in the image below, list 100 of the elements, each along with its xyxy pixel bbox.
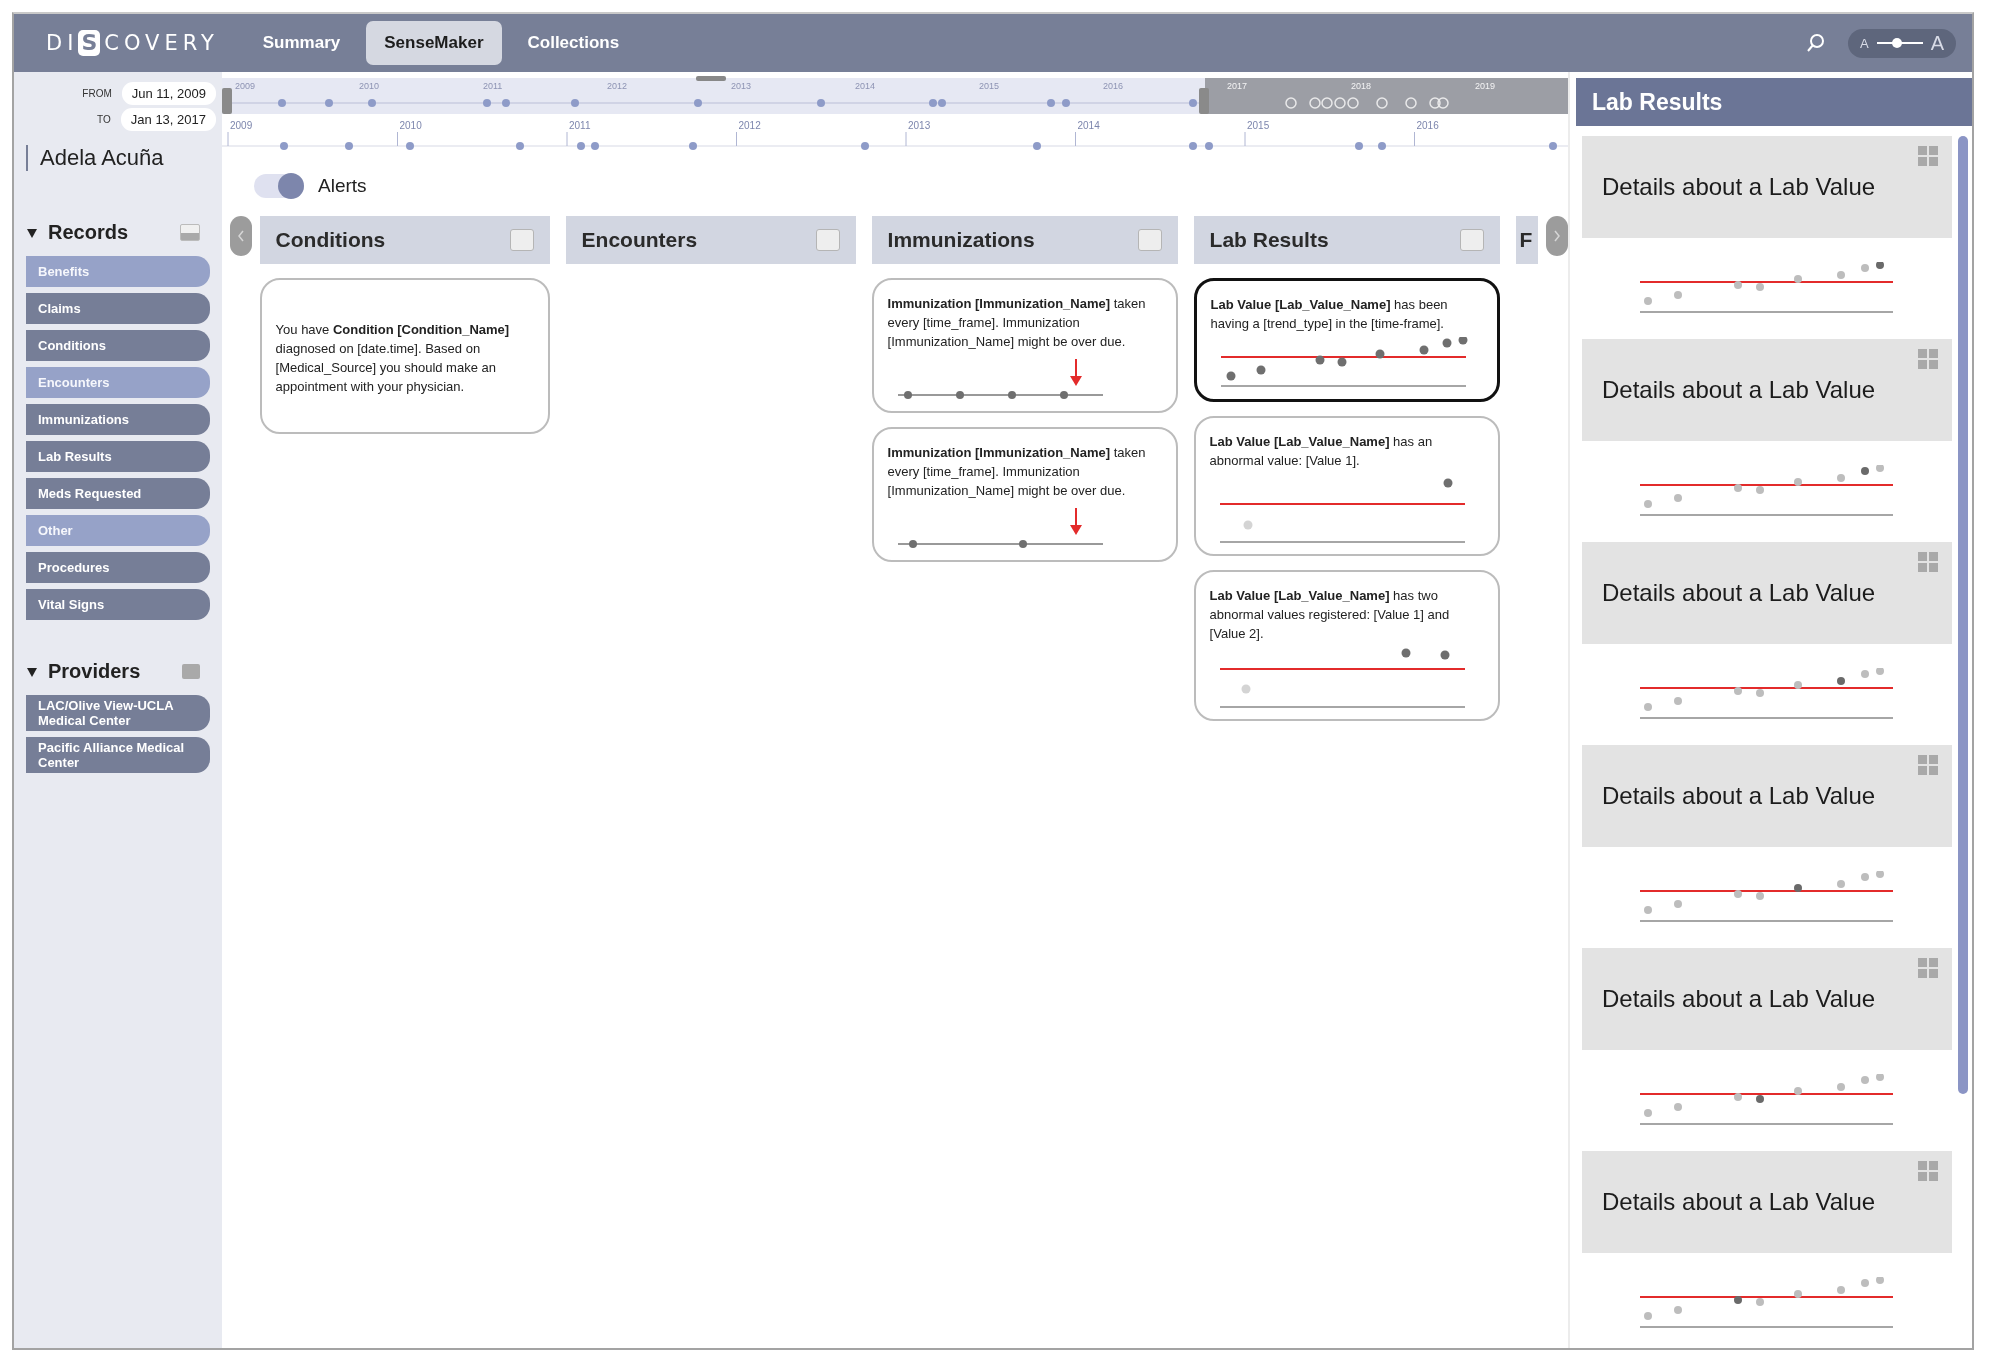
event-dot [483,99,491,107]
scroll-left-button[interactable] [230,216,252,256]
alert-card[interactable]: Lab Value [Lab_Value_Name] has two abnormal values registered: [Value 1] and [Value 2]. [1193,570,1500,721]
range-handle[interactable] [222,88,232,114]
column-checkbox[interactable] [1137,229,1162,251]
chart-point [1443,478,1453,488]
chart-point [1876,465,1884,472]
nav-tab[interactable]: Summary [244,21,359,65]
year-label: 2013 [908,120,931,131]
to-date-field[interactable]: Jan 13, 2017 [120,108,216,131]
year-label: 2016 [1103,81,1124,91]
chart-point [1861,264,1869,272]
chart-point [1243,520,1253,530]
chart-point [1756,486,1764,494]
detail-card[interactable]: Details about a Lab Value [1582,339,1952,441]
sidebar-item[interactable]: Pacific Alliance Medical Center [26,737,210,773]
chart-point [1876,262,1884,269]
year-label: 2011 [483,81,503,91]
detail-card[interactable]: Details about a Lab Value [1582,542,1952,644]
scrollbar[interactable] [1958,136,1968,1094]
year-label: 2010 [359,81,380,91]
alert-card[interactable]: You have Condition [Condition_Name] diagnosed on [date.time]. Based on [Medical_Source] you should make an appointment with your physician. [259,278,550,434]
sidebar-item[interactable]: Procedures [26,552,210,583]
alert-text: Immunization [Immunization_Name] taken every [time_frame]. Immunization [Immunization_Name] might be over due. [887,444,1147,500]
range-handle[interactable] [1199,88,1209,114]
event-dot [502,99,510,107]
from-date-field[interactable]: Jun 11, 2009 [121,82,216,105]
chart-point [1861,1279,1869,1287]
grid-icon[interactable] [1918,958,1938,978]
sidebar-item[interactable]: Meds Requested [26,478,210,509]
chart-point [1644,703,1652,711]
font-size-slider[interactable]: A A [1848,28,1956,58]
chart-point [1644,500,1652,508]
column-checkbox[interactable] [815,229,840,251]
alert-card[interactable]: Immunization [Immunization_Name] taken every [time_frame]. Immunization [Immunization_Name] might be over due. [871,427,1178,562]
grid-icon[interactable] [1918,146,1938,166]
detail-title: Details about a Lab Value [1602,1188,1876,1216]
grid-icon[interactable] [1918,755,1938,775]
select-all-icon[interactable] [180,224,200,241]
alert-card[interactable]: Immunization [Immunization_Name] taken every [time_frame]. Immunization [Immunization_Name] might be over due. [871,278,1178,413]
sidebar-item[interactable]: Conditions [26,330,210,361]
chart-point [1734,890,1742,898]
event-dot [689,142,697,150]
grid-icon[interactable] [1918,552,1938,572]
slider-thumb[interactable] [1892,38,1903,48]
dose-point [955,391,964,399]
event-dot [1033,142,1041,150]
event-dot [278,99,286,107]
scroll-right-button[interactable] [1546,216,1568,256]
chart-point [1756,1298,1764,1306]
detail-card[interactable]: Details about a Lab Value [1582,136,1952,238]
chart-point [1674,697,1682,705]
dose-point [1007,391,1016,399]
sidebar-item[interactable]: LAC/Olive View-UCLA Medical Center [26,695,210,731]
event-dot [1429,97,1441,109]
grid-icon[interactable] [1918,1161,1938,1181]
caret-icon[interactable] [26,226,38,239]
chart-point [1241,684,1251,694]
chart-point [1861,670,1869,678]
event-dot [1047,99,1055,107]
alert-card[interactable]: Lab Value [Lab_Value_Name] has an abnormal value: [Value 1]. [1193,416,1500,556]
event-dot [1321,97,1333,109]
detail-card[interactable]: Details about a Lab Value [1582,1151,1952,1253]
year-label: 2014 [855,81,876,91]
year-label: 2012 [607,81,628,91]
nav-tab[interactable]: SenseMaker [366,21,502,65]
chart-point [1674,1306,1682,1314]
event-dot [1285,97,1297,109]
search-icon[interactable] [1806,33,1826,53]
chart-point [1458,337,1468,345]
chart-point [1337,357,1347,367]
alerts-toggle[interactable] [254,174,304,198]
event-dot [861,142,869,150]
dose-point [903,391,912,399]
chart-point [1837,271,1845,279]
chart-point [1876,668,1884,675]
sidebar-item[interactable]: Claims [26,293,210,324]
select-all-icon[interactable] [182,664,200,679]
caret-icon[interactable] [26,665,38,678]
chart-point [1644,1109,1652,1117]
year-label: 2018 [1351,81,1372,91]
chart-point [1734,687,1742,695]
chevron-left-icon [236,230,245,242]
nav-tab[interactable]: Collections [509,21,638,65]
grid-icon[interactable] [1918,349,1938,369]
sidebar-item[interactable]: Lab Results [26,441,210,472]
chart-point [1837,880,1845,888]
alerts-label: Alerts [318,175,367,197]
detail-card[interactable]: Details about a Lab Value [1582,745,1952,847]
year-label: 2017 [1227,81,1248,91]
column-checkbox[interactable] [1459,229,1484,251]
detail-card[interactable]: Details about a Lab Value [1582,948,1952,1050]
chart-point [1674,291,1682,299]
section-title: Providers [48,660,142,683]
sidebar-item[interactable]: Vital Signs [26,589,210,620]
sidebar-item[interactable]: Immunizations [26,404,210,435]
alert-card[interactable]: Lab Value [Lab_Value_Name] has been having a [trend_type] in the [time-frame]. [1193,278,1500,402]
chart-point [1644,1312,1652,1320]
window-handle[interactable] [696,76,726,81]
column-checkbox[interactable] [509,229,534,251]
